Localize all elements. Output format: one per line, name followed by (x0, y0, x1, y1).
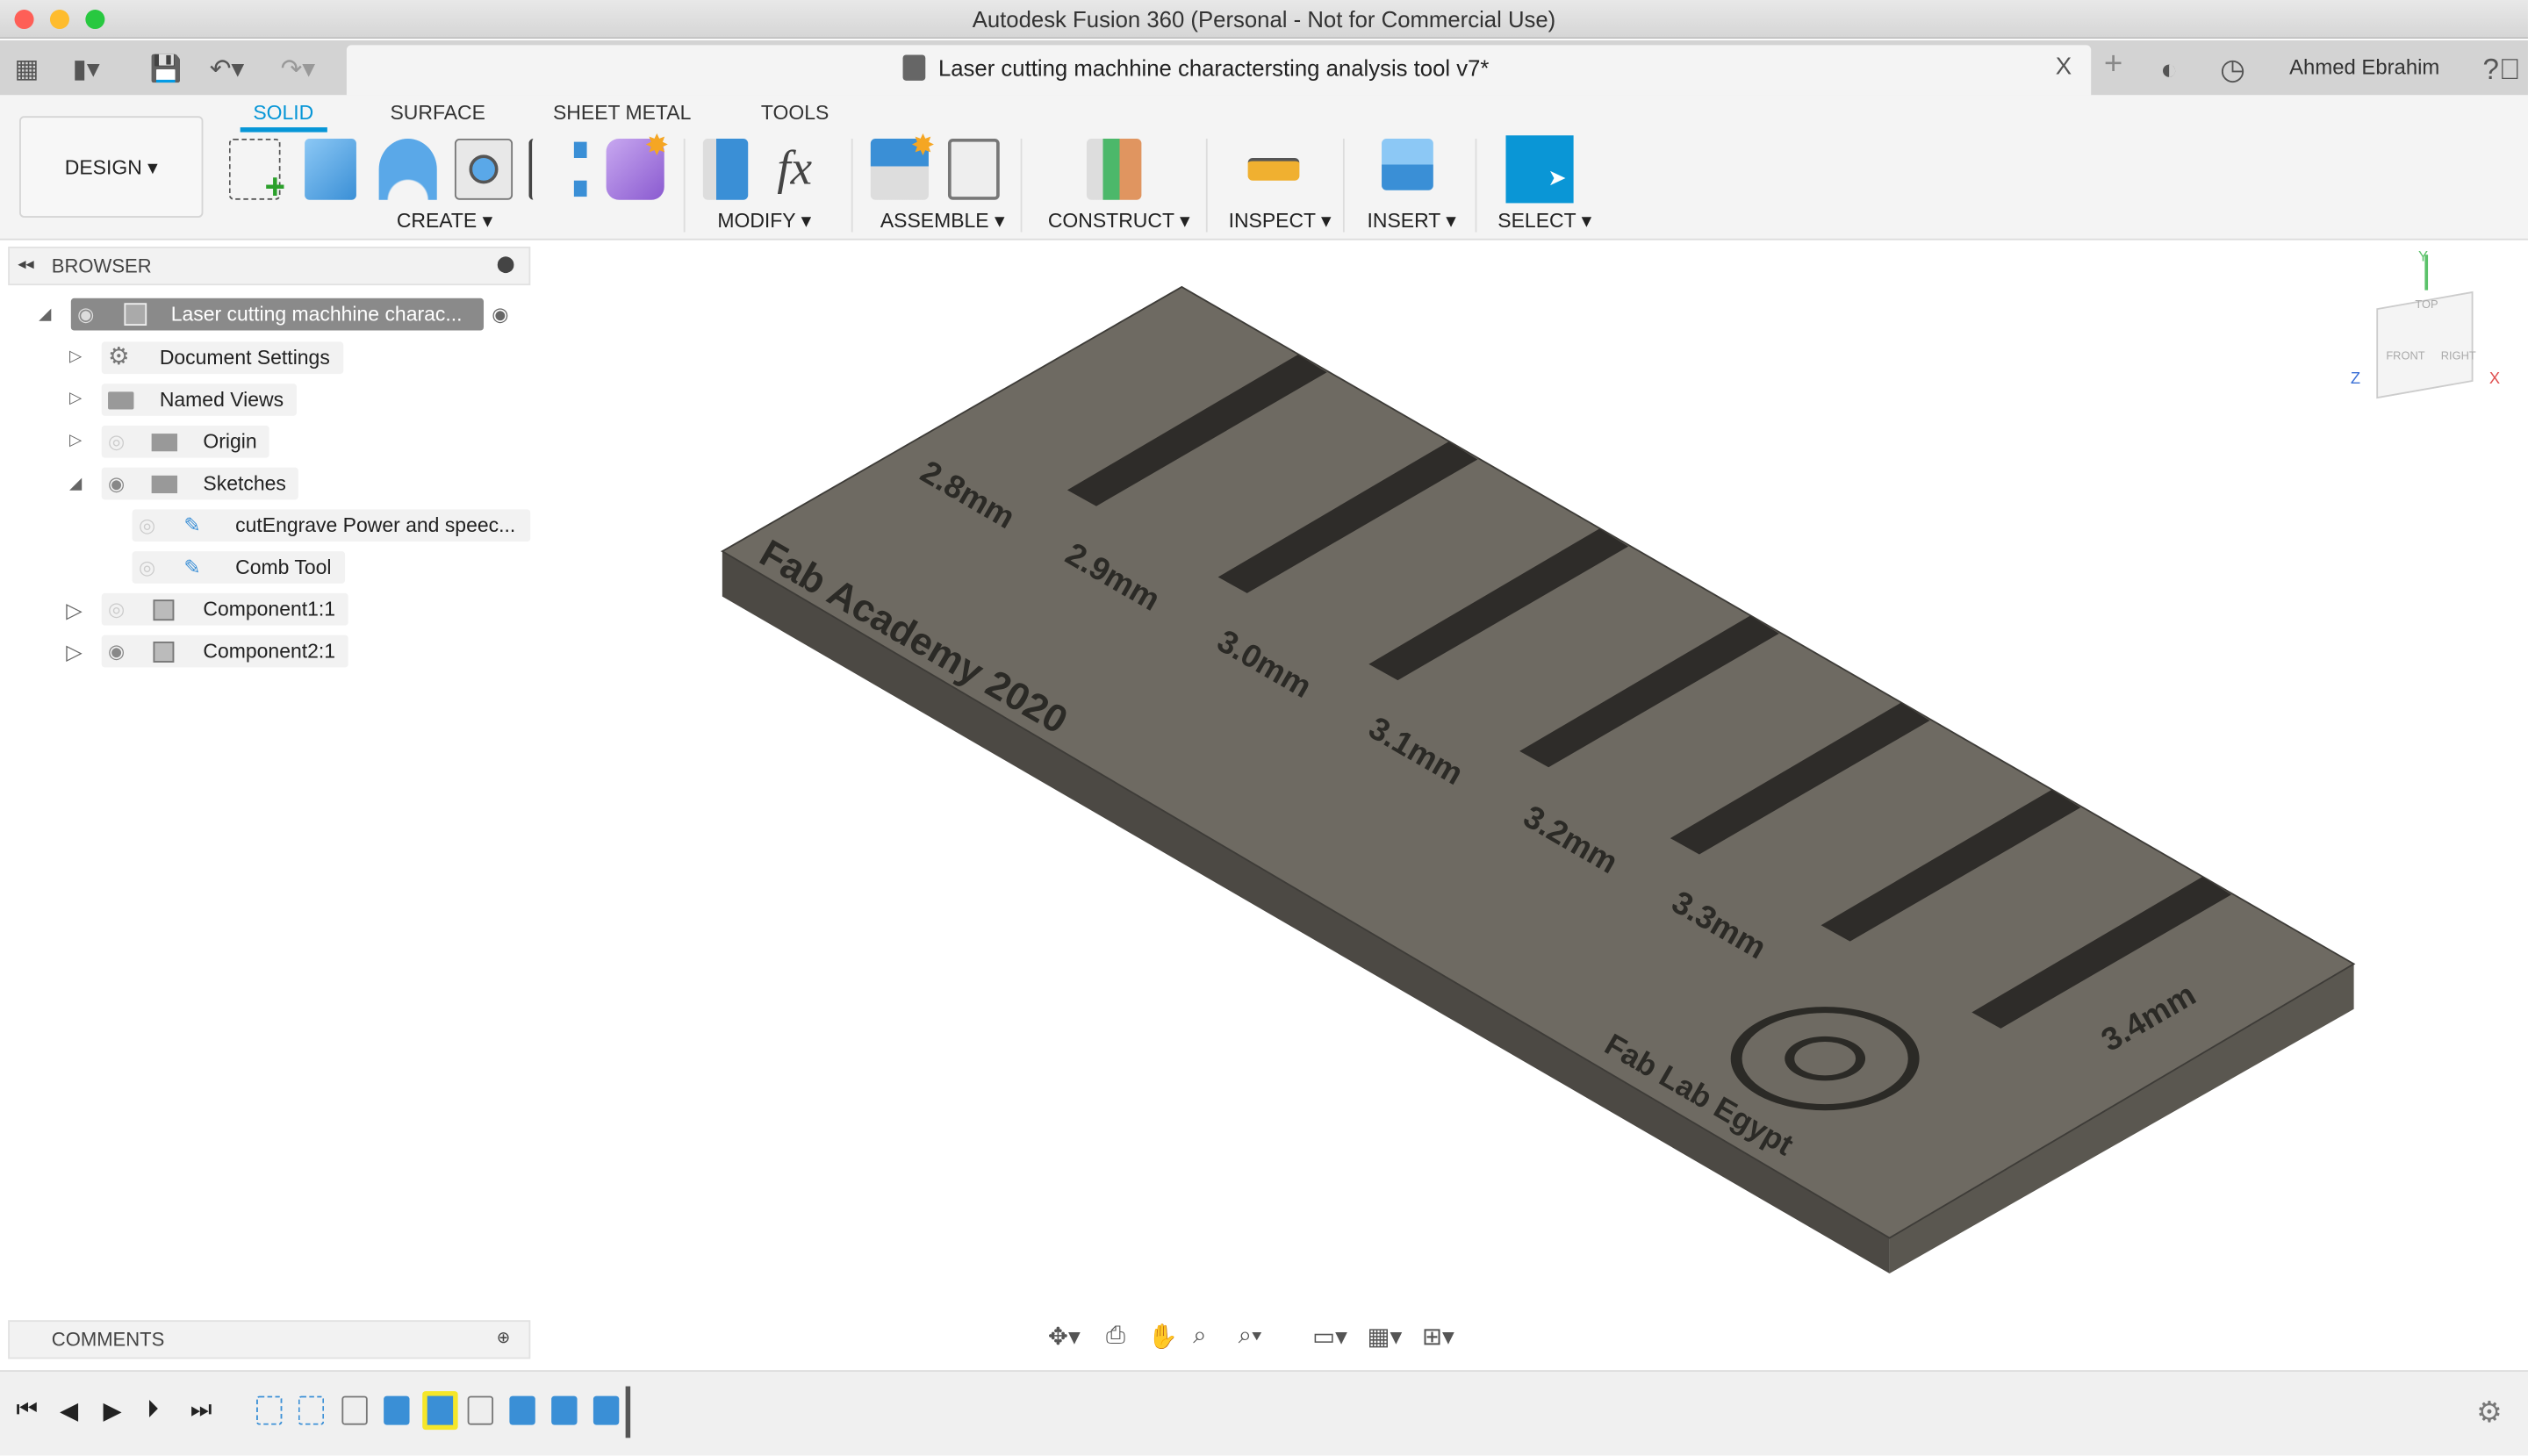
orbit-icon[interactable]: ✥▾ (1048, 1322, 1081, 1351)
comments-panel[interactable]: COMMENTS ⊕ (8, 1320, 531, 1359)
viewcube[interactable]: TOP FRONT RIGHT Y Z X (2351, 248, 2512, 416)
timeline-extrude-feature[interactable] (592, 1395, 620, 1425)
timeline-extrude-feature[interactable] (509, 1395, 535, 1425)
timeline-body-feature[interactable] (341, 1395, 368, 1425)
grid-icon[interactable]: ▦▾ (1368, 1322, 1403, 1351)
add-comment-icon[interactable]: ⊕ (497, 1322, 510, 1357)
timeline-marker[interactable] (625, 1386, 631, 1438)
timeline-body-feature[interactable] (467, 1395, 494, 1425)
step-back-icon[interactable]: ◀ (60, 1396, 78, 1424)
look-at-icon[interactable]: ⎙ (1106, 1322, 1125, 1349)
step-forward-icon[interactable]: ⏵ (147, 1396, 159, 1424)
timeline-extrude-feature-selected[interactable] (422, 1391, 458, 1431)
timeline-extrude-feature[interactable] (551, 1395, 578, 1425)
timeline-sketch-feature[interactable] (256, 1395, 283, 1425)
go-to-start-icon[interactable]: ⏮ (16, 1396, 38, 1424)
pan-hand-icon[interactable]: ✋ (1148, 1322, 1178, 1351)
timeline-extrude-feature[interactable] (384, 1395, 410, 1425)
display-settings-icon[interactable]: ▭▾ (1312, 1322, 1347, 1351)
viewports-icon[interactable]: ⊞▾ (1422, 1322, 1454, 1351)
comments-title: COMMENTS (51, 1328, 165, 1352)
play-icon[interactable]: ▶ (104, 1396, 122, 1424)
model-top-face (721, 285, 2356, 1239)
canvas-3d-model[interactable] (0, 0, 2528, 1456)
zoom-icon[interactable]: ⌕ (1193, 1322, 1206, 1349)
timeline-sketch-feature[interactable] (298, 1395, 325, 1425)
navigation-bar: ✥▾ ⎙ ✋ ⌕ ⌕▾ ▭▾ ▦▾ ⊞▾ (1042, 1322, 1483, 1360)
timeline-bar (0, 1370, 2528, 1456)
timeline-settings-gear-icon[interactable]: ⚙ (2476, 1396, 2503, 1431)
fit-icon[interactable]: ⌕▾ (1239, 1322, 1262, 1349)
go-to-end-icon[interactable]: ⏭ (190, 1396, 212, 1424)
